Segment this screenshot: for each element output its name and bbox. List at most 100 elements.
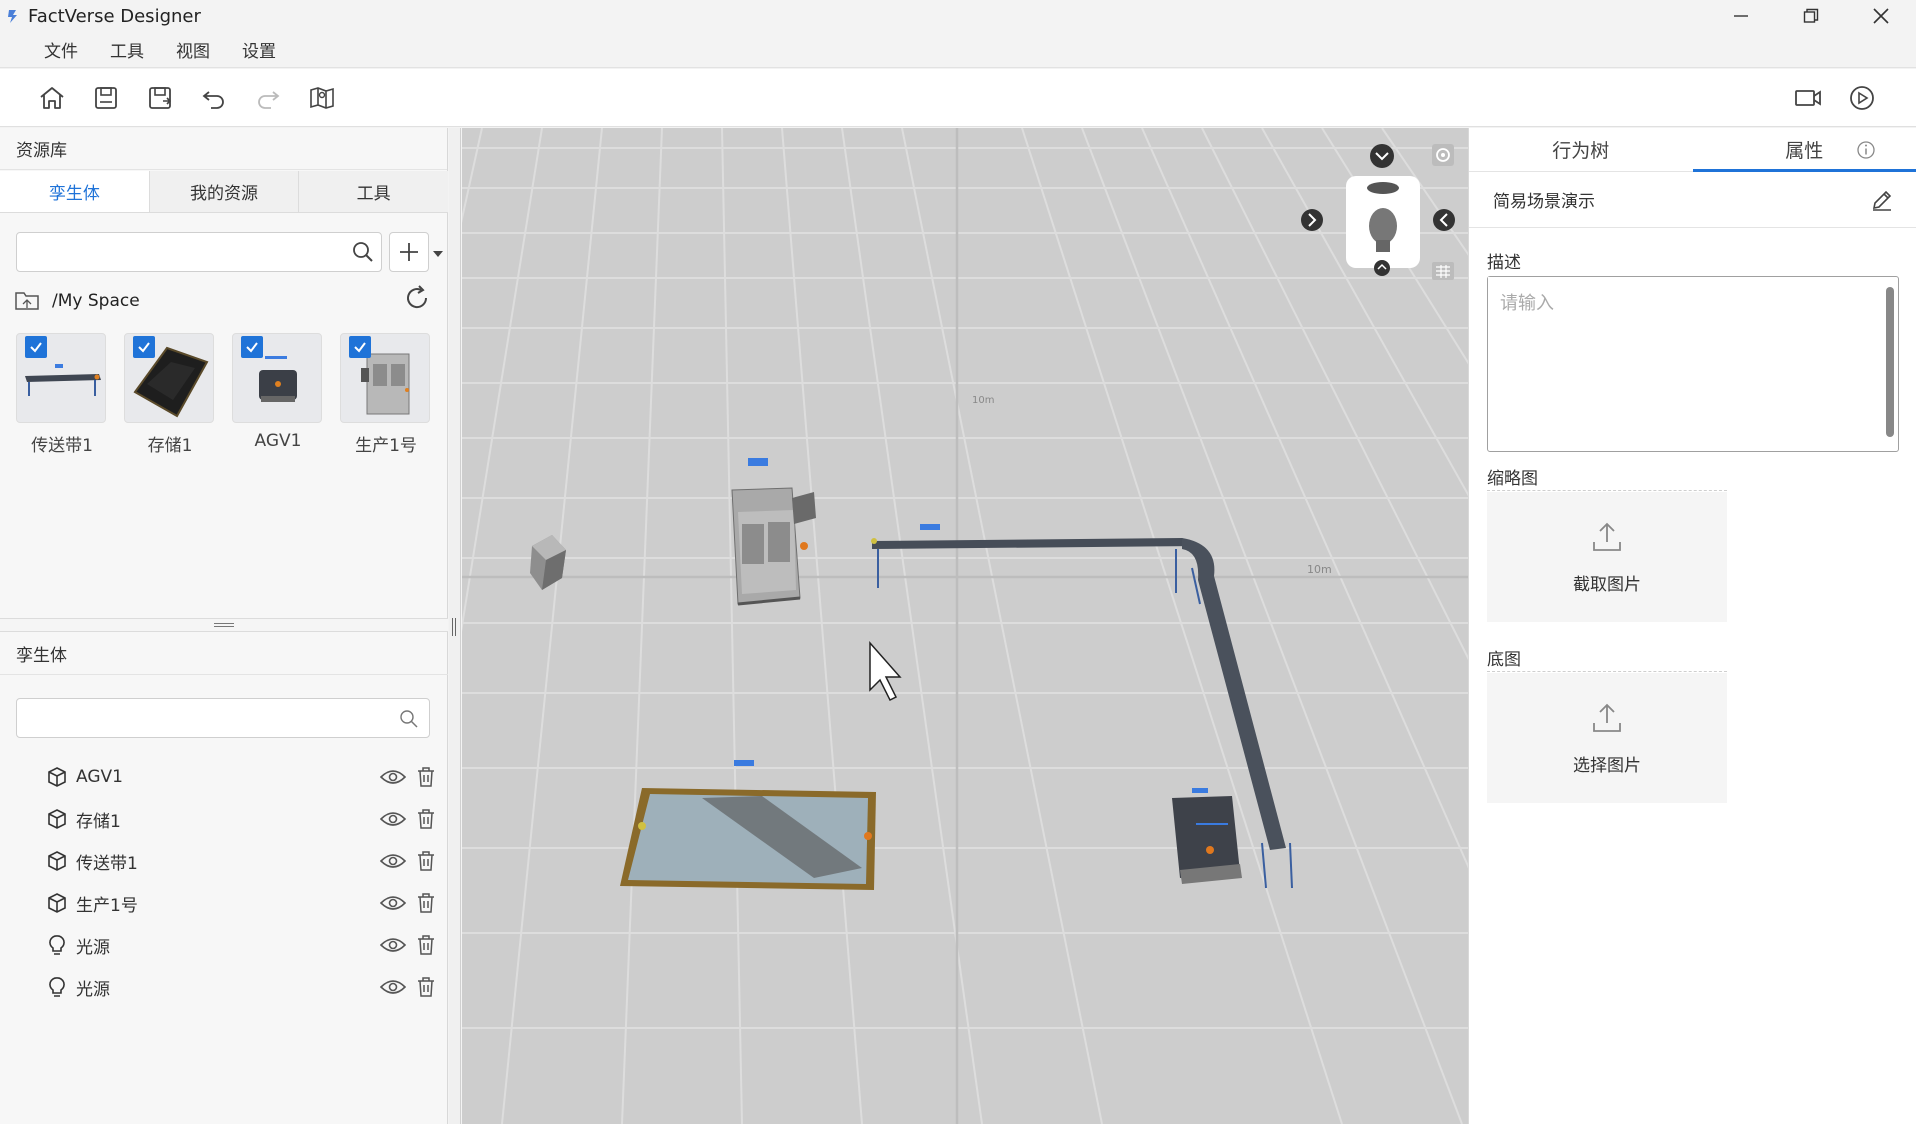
twin-tree-label: 生产1号 bbox=[76, 895, 138, 916]
asset-checkbox[interactable] bbox=[133, 336, 155, 358]
trash-icon[interactable] bbox=[416, 850, 436, 872]
refresh-icon[interactable] bbox=[403, 284, 431, 312]
library-search-input[interactable] bbox=[17, 233, 337, 271]
asset-card[interactable]: 生产1号 bbox=[340, 333, 432, 456]
save-as-button[interactable] bbox=[143, 81, 177, 115]
scene-viewport[interactable]: 10m 10m bbox=[462, 128, 1468, 1124]
asset-checkbox[interactable] bbox=[241, 336, 263, 358]
camera-button[interactable] bbox=[1791, 81, 1825, 115]
window-title: FactVerse Designer bbox=[28, 5, 201, 27]
twin-tree-item[interactable]: 存储1 bbox=[46, 802, 436, 836]
undo-button[interactable] bbox=[197, 81, 231, 115]
eye-icon[interactable] bbox=[380, 893, 406, 913]
trash-icon[interactable] bbox=[416, 766, 436, 788]
path-breadcrumb: /My Space bbox=[14, 286, 434, 316]
asset-checkbox[interactable] bbox=[25, 336, 47, 358]
select-base-map-button[interactable]: 选择图片 bbox=[1487, 673, 1727, 803]
restore-icon bbox=[1803, 8, 1819, 23]
tab-twins[interactable]: 孪生体 bbox=[0, 171, 150, 212]
divider bbox=[1487, 490, 1727, 491]
menu-file[interactable]: 文件 bbox=[44, 37, 78, 62]
add-resource-button[interactable] bbox=[389, 232, 429, 272]
trash-icon[interactable] bbox=[416, 934, 436, 956]
save-icon bbox=[95, 87, 117, 109]
scale-label: 10m bbox=[972, 395, 994, 406]
checkmark-icon bbox=[30, 342, 42, 353]
folder-icon[interactable] bbox=[14, 290, 40, 312]
video-camera-icon bbox=[1795, 90, 1821, 106]
agv-object[interactable] bbox=[1172, 788, 1242, 884]
tab-my-resources[interactable]: 我的资源 bbox=[149, 171, 300, 212]
eye-icon[interactable] bbox=[380, 935, 406, 955]
map-button[interactable] bbox=[305, 81, 339, 115]
asset-label: 传送带1 bbox=[31, 436, 93, 456]
close-button[interactable] bbox=[1846, 0, 1916, 32]
capture-thumbnail-button[interactable]: 截取图片 bbox=[1487, 492, 1727, 622]
right-tabs: 行为树 属性 bbox=[1469, 128, 1916, 172]
save-button[interactable] bbox=[89, 81, 123, 115]
focus-target-icon[interactable] bbox=[1432, 144, 1454, 166]
asset-card[interactable]: AGV1 bbox=[232, 333, 324, 451]
menu-tools[interactable]: 工具 bbox=[110, 37, 144, 62]
description-textarea[interactable] bbox=[1488, 277, 1878, 447]
twin-tree-item[interactable]: 传送带1 bbox=[46, 844, 436, 878]
twin-tree-item[interactable]: 生产1号 bbox=[46, 886, 436, 920]
edit-pencil-icon[interactable] bbox=[1870, 188, 1894, 212]
trash-icon[interactable] bbox=[416, 976, 436, 998]
asset-card[interactable]: 存储1 bbox=[124, 333, 216, 456]
asset-checkbox[interactable] bbox=[349, 336, 371, 358]
home-icon bbox=[40, 87, 64, 109]
title-bar: FactVerse Designer bbox=[0, 0, 1916, 32]
twin-tree-label: 传送带1 bbox=[76, 853, 138, 874]
home-button[interactable] bbox=[35, 81, 69, 115]
trash-icon[interactable] bbox=[416, 808, 436, 830]
tab-tools[interactable]: 工具 bbox=[299, 171, 449, 212]
tab-properties[interactable]: 属性 bbox=[1692, 128, 1916, 172]
dropdown-arrow-icon[interactable] bbox=[432, 248, 444, 260]
minimize-button[interactable] bbox=[1706, 0, 1776, 32]
search-icon[interactable] bbox=[399, 709, 419, 729]
asset-card[interactable]: 传送带1 bbox=[16, 333, 108, 456]
menu-settings[interactable]: 设置 bbox=[242, 37, 276, 62]
drag-handle-icon bbox=[214, 623, 234, 627]
play-circle-icon bbox=[1850, 86, 1874, 110]
close-icon bbox=[1873, 8, 1889, 24]
drag-handle-icon bbox=[452, 618, 456, 636]
gizmo-down-button[interactable] bbox=[1370, 144, 1394, 168]
description-box bbox=[1487, 276, 1899, 452]
scale-label: 10m bbox=[1307, 563, 1332, 576]
asset-label: 存储1 bbox=[147, 436, 193, 456]
twin-tree-label: AGV1 bbox=[76, 767, 123, 787]
plus-icon bbox=[400, 243, 418, 261]
panel-splitter-horizontal[interactable] bbox=[0, 618, 448, 632]
play-button[interactable] bbox=[1845, 81, 1879, 115]
tab-behavior-tree[interactable]: 行为树 bbox=[1469, 128, 1693, 171]
panel-splitter-vertical[interactable] bbox=[449, 128, 461, 1124]
gizmo-right-button[interactable] bbox=[1301, 209, 1323, 231]
search-icon[interactable] bbox=[351, 240, 375, 264]
twin-tree-item[interactable]: AGV1 bbox=[46, 760, 436, 794]
restore-button[interactable] bbox=[1776, 0, 1846, 32]
minimize-icon bbox=[1734, 15, 1748, 17]
twin-search-input[interactable] bbox=[17, 699, 387, 737]
twin-tree-item[interactable]: 光源 bbox=[46, 970, 436, 1004]
lightbulb-icon bbox=[49, 935, 65, 955]
eye-icon[interactable] bbox=[380, 851, 406, 871]
twin-tree-item[interactable]: 光源 bbox=[46, 928, 436, 962]
trash-icon[interactable] bbox=[416, 892, 436, 914]
gizmo-left-button[interactable] bbox=[1433, 209, 1455, 231]
scene-canvas[interactable]: 10m 10m bbox=[462, 128, 1468, 1124]
description-scrollbar[interactable] bbox=[1886, 287, 1894, 437]
app-window: FactVerse Designer 文件 工具 视图 设置 资源库 孪生体 我… bbox=[0, 0, 1916, 1124]
eye-icon[interactable] bbox=[380, 767, 406, 787]
grid-toggle-icon[interactable] bbox=[1432, 262, 1454, 280]
redo-button[interactable] bbox=[251, 81, 285, 115]
eye-icon[interactable] bbox=[380, 977, 406, 997]
app-logo-icon bbox=[8, 10, 17, 23]
menu-view[interactable]: 视图 bbox=[176, 37, 210, 62]
info-icon[interactable] bbox=[1856, 140, 1876, 160]
twin-list-title: 孪生体 bbox=[0, 633, 448, 675]
asset-thumbnail bbox=[124, 333, 214, 423]
current-path: /My Space bbox=[52, 291, 140, 311]
eye-icon[interactable] bbox=[380, 809, 406, 829]
